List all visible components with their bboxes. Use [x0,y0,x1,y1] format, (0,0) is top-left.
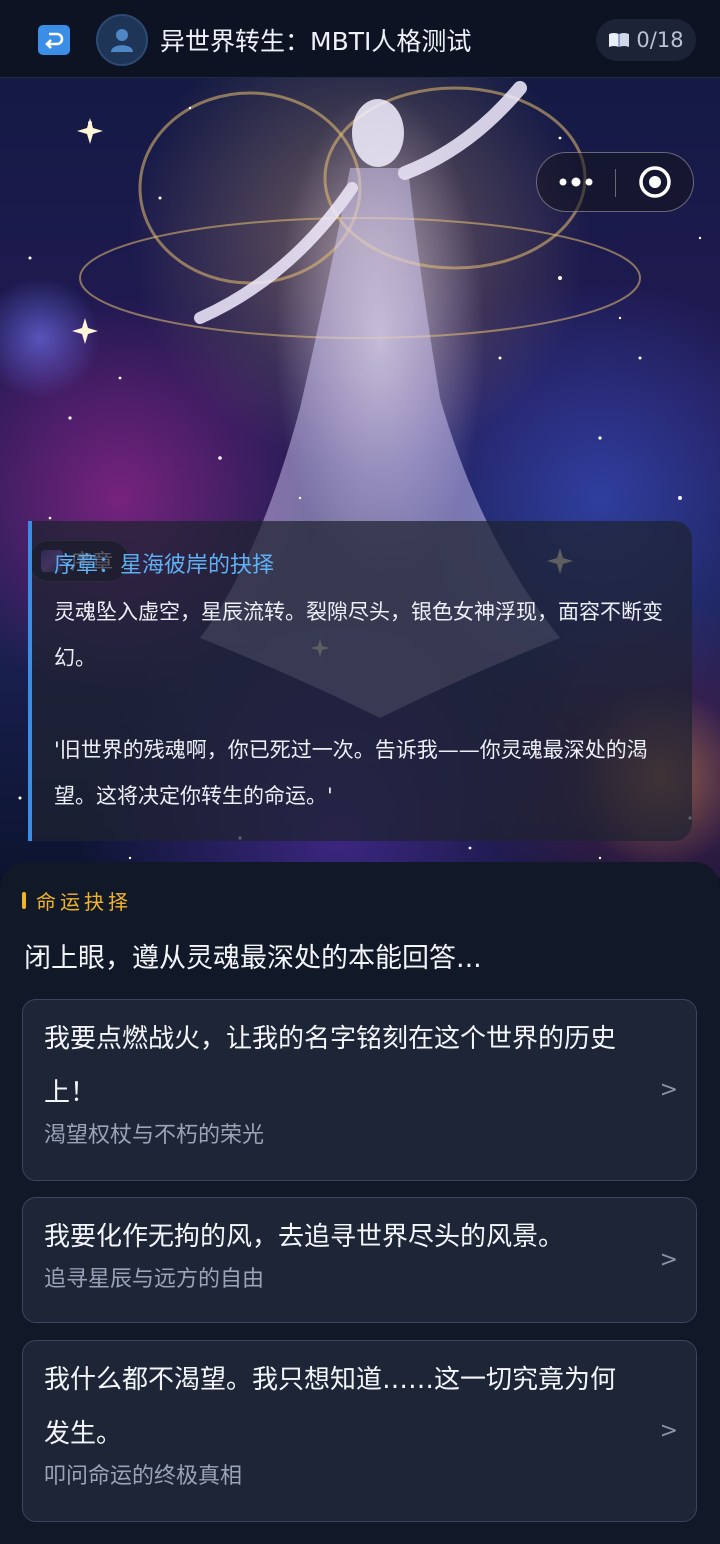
option-subtitle: 叩问命运的终极真相 [44,1464,243,1489]
story-quote: '旧世界的残魂啊，你已死过一次。告诉我——你灵魂最深处的渴望。这将决定你转生的命… [54,738,648,808]
option-subtitle: 追寻星辰与远方的自由 [44,1267,265,1292]
hero-illustration: 序章 序章：星海彼岸的抉择 灵魂坠入虚空，星辰流转。裂隙尽头，银色女神浮现，面容… [0,78,720,878]
section-accent-bar [22,892,26,909]
avatar[interactable] [96,14,148,66]
option-card[interactable]: 我要点燃战火，让我的名字铭刻在这个世界的历史上！ 渴望权杖与不朽的荣光 > [22,999,697,1181]
question-prompt: 闭上眼，遵从灵魂最深处的本能回答... [24,943,482,974]
option-subtitle: 渴望权杖与不朽的荣光 [44,1123,265,1148]
story-title: 序章：星海彼岸的抉择 [54,553,275,578]
chevron-right-icon: > [659,1418,678,1444]
option-card[interactable]: 我什么都不渴望。我只想知道……这一切究竟为何发生。 叩问命运的终极真相 > [22,1340,697,1522]
return-arrow-icon [45,32,64,49]
close-button[interactable] [616,153,694,211]
choice-panel: 命运抉择 闭上眼，遵从灵魂最深处的本能回答... 我要点燃战火，让我的名字铭刻在… [0,862,720,1544]
option-card[interactable]: 我要化作无拘的风，去追寻世界尽头的风景。 追寻星辰与远方的自由 > [22,1197,697,1323]
page-title: 异世界转生：MBTI人格测试 [160,27,472,56]
book-icon [609,33,630,47]
user-icon [111,29,133,52]
option-text: 我要化作无拘的风，去追寻世界尽头的风景。 [44,1222,565,1252]
mini-program-capsule [536,152,694,212]
option-text: 我什么都不渴望。我只想知道……这一切究竟为何发生。 [44,1365,617,1449]
section-header: 命运抉择 [22,886,132,915]
back-button[interactable] [38,25,70,55]
more-button[interactable] [537,153,615,211]
progress-counter: 0/18 [596,19,696,61]
progress-text: 0/18 [636,28,684,52]
story-card: 序章：星海彼岸的抉择 灵魂坠入虚空，星辰流转。裂隙尽头，银色女神浮现，面容不断变… [28,521,692,841]
more-dots-icon [559,177,593,187]
target-close-icon [639,166,671,198]
option-text: 我要点燃战火，让我的名字铭刻在这个世界的历史上！ [44,1024,617,1108]
top-bar: 异世界转生：MBTI人格测试 0/18 [0,0,720,78]
story-paragraph: 灵魂坠入虚空，星辰流转。裂隙尽头，银色女神浮现，面容不断变幻。 [54,600,663,670]
chevron-right-icon: > [659,1247,678,1273]
chevron-right-icon: > [659,1077,678,1103]
section-label: 命运抉择 [36,890,132,914]
